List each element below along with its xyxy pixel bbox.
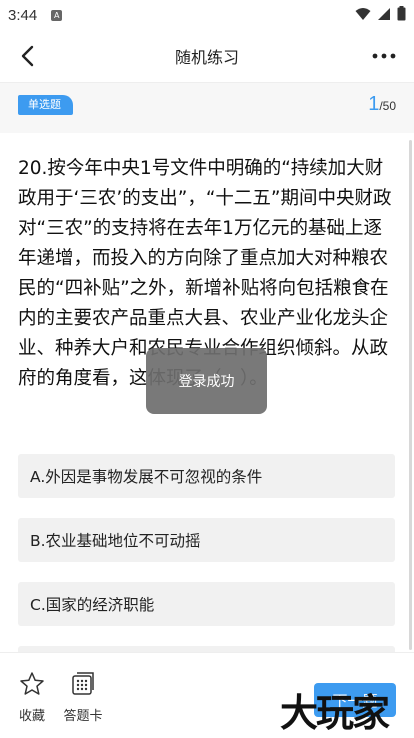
option-b[interactable]: B.农业基础地位不可动摇 [18,518,395,562]
wifi-icon [355,7,371,20]
scrollbar[interactable] [409,140,412,650]
favorite-button[interactable]: 收藏 [7,671,57,724]
option-c[interactable]: C.国家的经济职能 [18,582,395,626]
signal-icon [378,7,390,20]
option-a[interactable]: A.外因是事物发展不可忽视的条件 [18,454,395,498]
star-icon [20,672,44,695]
answer-card-icon [72,672,94,695]
status-icons [355,6,406,21]
question-type-tag: 单选题 [18,95,73,115]
notification-icon: A [51,9,63,21]
answer-card-button[interactable]: 答题卡 [58,671,108,724]
status-time: 3:44 [8,6,38,24]
favorite-label: 收藏 [18,709,45,724]
page-title: 随机练习 [174,48,239,67]
more-icon[interactable] [370,42,398,70]
status-bar: 3:44 A [0,0,414,30]
watermark-logo: 大玩家 [280,691,390,735]
answer-card-label: 答题卡 [63,709,103,724]
login-success-toast: 登录成功 [146,348,267,414]
app-bar: 随机练习 [0,30,414,82]
current-question-number: 1 [368,93,380,115]
question-meta-bar: 单选题 1/50 [0,82,414,133]
question-progress: 1/50 [368,93,396,116]
total-question-count: /50 [379,99,396,113]
back-arrow-icon[interactable] [14,42,42,70]
battery-icon [397,6,406,21]
